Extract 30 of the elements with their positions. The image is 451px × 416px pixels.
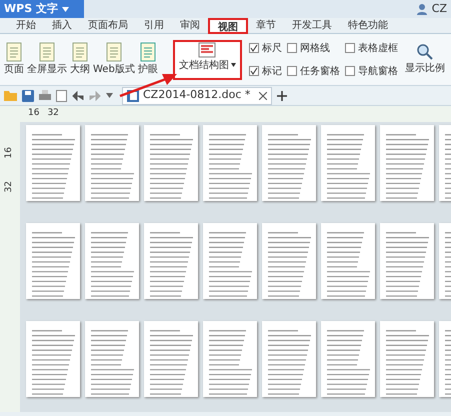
- ruler-mark: 16: [3, 147, 16, 158]
- ribbon-tab[interactable]: 章节: [248, 18, 284, 34]
- document-tab[interactable]: CZ2014-0812.doc *: [122, 86, 272, 104]
- view-checkbox[interactable]: 任务窗格: [286, 64, 340, 78]
- view-mode-button[interactable]: Web版式: [93, 42, 135, 77]
- app-menu-button[interactable]: WPS 文字: [0, 0, 84, 18]
- view-mode-button[interactable]: 大纲: [70, 42, 90, 77]
- ribbon-tab[interactable]: 引用: [136, 18, 172, 34]
- view-checkbox[interactable]: 标记: [248, 64, 282, 78]
- document-title: CZ2014-0812.doc *: [143, 87, 252, 104]
- ribbon-tab[interactable]: 开始: [8, 18, 44, 34]
- ribbon-tab[interactable]: 视图: [208, 18, 248, 34]
- view-mode-button[interactable]: 全屏显示: [27, 42, 67, 77]
- view-checkbox[interactable]: 标尺: [248, 40, 282, 56]
- view-checkbox[interactable]: 导航窗格: [344, 64, 398, 78]
- document-map-button[interactable]: 文档结构图: [172, 40, 242, 80]
- ribbon-tab[interactable]: 页面布局: [80, 18, 136, 34]
- ribbon-tab[interactable]: 审阅: [172, 18, 208, 34]
- ribbon-tab[interactable]: 开发工具: [284, 18, 340, 34]
- ruler-mark: 32: [3, 180, 16, 192]
- view-checkbox[interactable]: 表格虚框: [344, 40, 398, 56]
- view-mode-button[interactable]: 页面: [4, 42, 24, 77]
- ribbon-tab[interactable]: 插入: [44, 18, 80, 34]
- view-checkbox[interactable]: 网格线: [286, 40, 340, 56]
- user-name: CZ: [432, 0, 447, 17]
- ruler-mark: 16: [28, 107, 40, 120]
- view-mode-button[interactable]: 护眼: [138, 42, 158, 77]
- ruler-mark: 32: [47, 107, 59, 120]
- zoom-button[interactable]: 显示比例: [404, 43, 445, 76]
- ribbon-tab[interactable]: 特色功能: [340, 18, 396, 34]
